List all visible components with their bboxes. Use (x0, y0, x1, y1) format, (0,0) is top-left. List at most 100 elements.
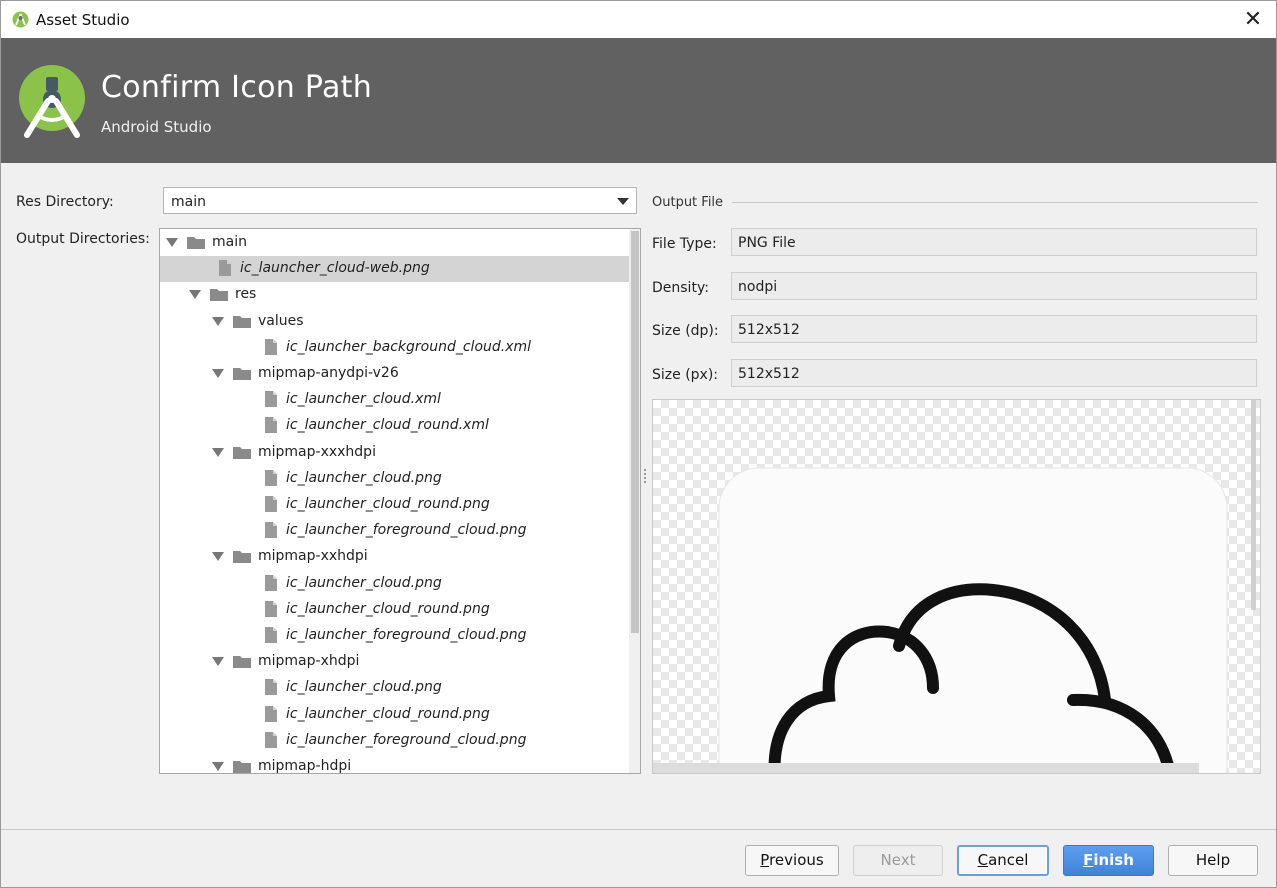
expand-triangle-icon[interactable] (212, 657, 224, 667)
file-icon (265, 627, 277, 643)
expand-triangle-icon[interactable] (212, 316, 224, 326)
tree-item-label: ic_launcher_cloud_round.png (286, 496, 490, 512)
density-field: nodpi (731, 272, 1257, 300)
tree-file-item[interactable]: ic_launcher_background_cloud.xml (160, 335, 630, 361)
tree-item-label: values (258, 312, 304, 329)
tree-folder-item[interactable]: mipmap-anydpi-v26 (160, 361, 630, 387)
tree-folder-item[interactable]: mipmap-hdpi (160, 754, 630, 773)
tree-item-label: ic_launcher_foreground_cloud.png (286, 522, 527, 539)
next-button[interactable]: Next (853, 845, 943, 876)
close-button[interactable]: ✕ (1230, 1, 1276, 38)
preview-vertical-scrollbar[interactable] (1251, 400, 1256, 610)
file-icon (265, 496, 277, 512)
asset-studio-window: Asset Studio ✕ Confirm Icon Path Android… (0, 0, 1277, 888)
output-directories-tree[interactable]: mipmap-hdpi ic_launcher_foreground_cloud.… (159, 228, 641, 774)
footer-divider (1, 829, 1276, 830)
tree-item-label: ic_launcher_cloud.xml (286, 391, 441, 408)
folder-icon (233, 761, 251, 773)
tree-file-item[interactable]: ic_launcher_cloud_round.xml (160, 413, 630, 439)
file-icon (265, 600, 277, 617)
splitter-handle[interactable] (643, 467, 647, 487)
finish-button[interactable]: Finish (1063, 845, 1154, 876)
size-px-field: 512x512 (731, 359, 1257, 387)
tree-file-item[interactable]: ic_launcher_cloud.png (160, 571, 630, 597)
window-title: Asset Studio (36, 11, 130, 29)
tree-file-item[interactable]: ic_launcher_cloud_round.png (160, 702, 630, 728)
res-directory-label: Res Directory: (16, 194, 114, 210)
expand-triangle-icon[interactable] (212, 552, 224, 562)
tree-item-label: res (235, 286, 257, 303)
cloud-icon-preview (718, 467, 1228, 773)
tree-item-label: mipmap-xxhdpi (258, 548, 368, 565)
tree-item-label: ic_launcher_cloud.png (286, 469, 442, 486)
tree-folder-item[interactable]: mipmap-xhdpi (160, 649, 630, 675)
res-directory-value: main (171, 194, 206, 210)
expand-triangle-icon[interactable] (212, 369, 224, 378)
tree-folder-item[interactable]: values (160, 309, 630, 335)
tree-file-item[interactable]: ic_launcher_foreground_cloud.png (160, 728, 630, 754)
tree-file-item[interactable]: ic_launcher_foreground_cloud.png (160, 623, 630, 649)
expand-triangle-icon[interactable] (212, 447, 224, 457)
tree-folder-item[interactable]: mipmap-xxhdpi (160, 544, 630, 570)
size-px-label: Size (px): (652, 367, 719, 383)
tree-item-label: ic_launcher_cloud.png (286, 574, 442, 591)
file-type-value: PNG File (738, 235, 796, 251)
previous-button[interactable]: Previous (745, 845, 839, 876)
expand-triangle-icon[interactable] (212, 762, 224, 771)
previous-mnemonic: P (760, 851, 770, 869)
tree-file-item[interactable]: ic_launcher_cloud.xml (160, 387, 630, 413)
chevron-down-icon (617, 198, 629, 205)
tree-file-item[interactable]: ic_launcher_cloud.png (160, 466, 630, 492)
page-title: Confirm Icon Path (101, 70, 373, 105)
tree-file-item[interactable]: ic_launcher_cloud.png (160, 675, 630, 701)
tree-item-label: ic_launcher_foreground_cloud.png (286, 731, 527, 748)
file-icon (265, 705, 277, 722)
file-icon (265, 731, 277, 748)
close-icon: ✕ (1243, 7, 1263, 32)
expand-triangle-icon[interactable] (189, 290, 201, 300)
file-icon (265, 574, 277, 591)
title-bar: Asset Studio ✕ (1, 1, 1276, 38)
res-directory-select[interactable]: main (163, 187, 637, 214)
tree-folder-item[interactable]: main (160, 230, 630, 256)
tree-file-item[interactable]: ic_launcher_cloud_round.png (160, 492, 630, 518)
size-dp-field: 512x512 (731, 315, 1257, 343)
expand-triangle-icon[interactable] (166, 238, 178, 247)
preview-horizontal-scrollbar[interactable] (653, 763, 1199, 773)
folder-icon (187, 237, 205, 249)
tree-item-label: ic_launcher_background_cloud.xml (286, 338, 532, 355)
page-subtitle: Android Studio (101, 118, 212, 136)
tree-item-label: ic_launcher_cloud-web.png (240, 260, 430, 277)
tree-file-item[interactable]: ic_launcher_foreground_cloud.png (160, 518, 630, 544)
output-file-section-title: Output File (652, 195, 724, 210)
folder-icon (233, 656, 251, 669)
android-studio-logo (19, 65, 85, 138)
finish-mnemonic: F (1083, 851, 1094, 869)
tree-item-label: ic_launcher_cloud_round.png (286, 705, 490, 722)
density-value: nodpi (738, 279, 778, 295)
file-type-field: PNG File (731, 228, 1257, 256)
tree-folder-item[interactable]: mipmap-xxxhdpi (160, 440, 630, 466)
finish-label: inish (1093, 851, 1134, 869)
folder-icon (233, 551, 251, 564)
file-icon (265, 522, 277, 539)
section-divider (732, 202, 1258, 203)
tree-item-label: mipmap-xxxhdpi (258, 443, 376, 460)
tree-item-label: ic_launcher_cloud_round.xml (286, 417, 489, 434)
cancel-button[interactable]: Cancel (957, 845, 1049, 876)
tree-file-item[interactable]: ic_launcher_cloud_round.png (160, 597, 630, 623)
help-button[interactable]: Help (1168, 845, 1258, 876)
tree-file-item[interactable]: ic_launcher_cloud-web.png (160, 256, 630, 283)
tree-folder-item[interactable]: res (160, 282, 630, 308)
header-banner: Confirm Icon Path Android Studio (1, 38, 1276, 163)
tree-item-label: mipmap-anydpi-v26 (258, 365, 399, 381)
file-icon (265, 417, 277, 434)
tree-scrollbar[interactable] (629, 229, 640, 773)
tree-item-label: mipmap-xhdpi (258, 653, 360, 670)
file-type-label: File Type: (652, 236, 717, 252)
file-icon (265, 469, 277, 486)
tree-item-label: ic_launcher_cloud.png (286, 679, 442, 696)
tree-scrollbar-thumb[interactable] (631, 231, 639, 633)
android-studio-icon (12, 11, 29, 28)
next-label: Next (880, 851, 916, 869)
